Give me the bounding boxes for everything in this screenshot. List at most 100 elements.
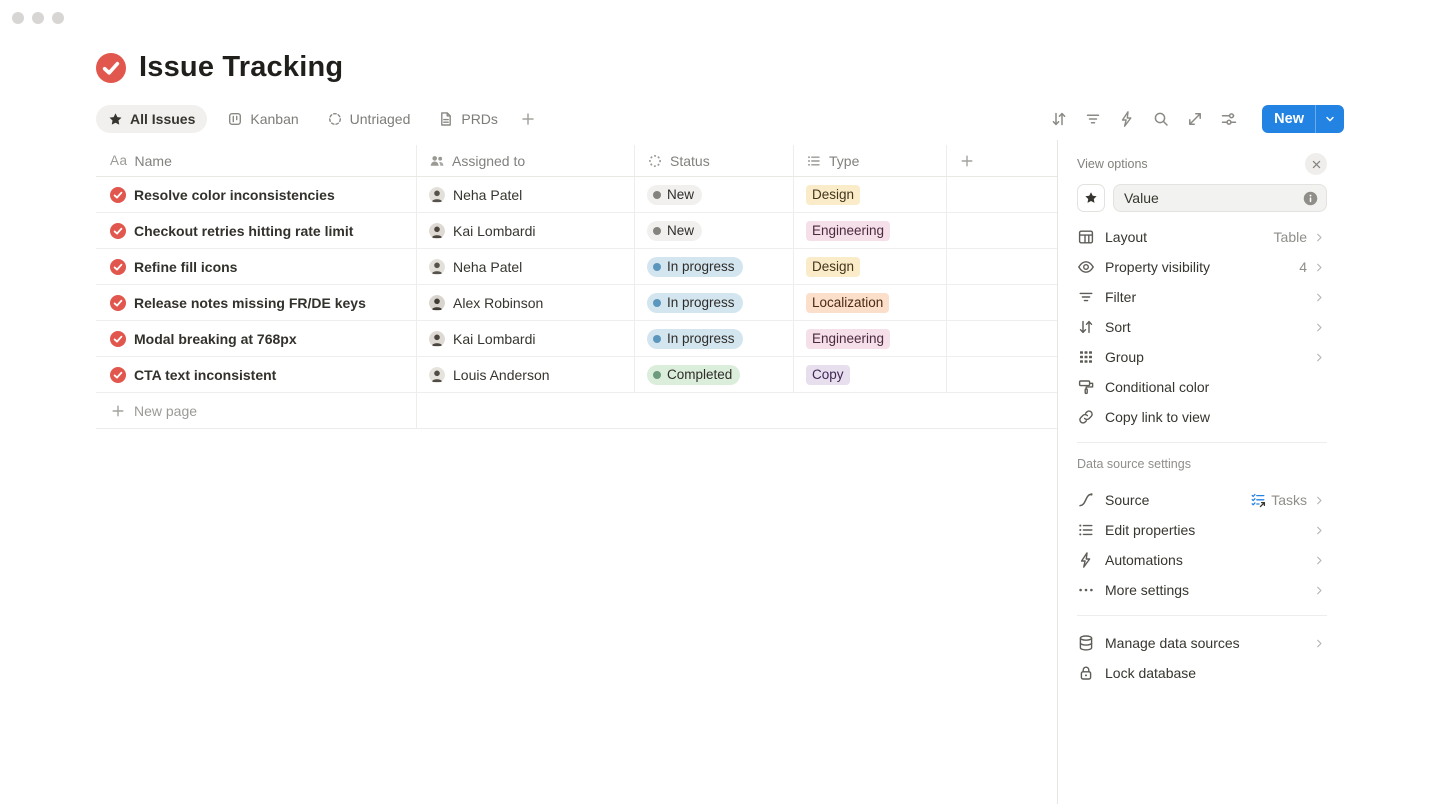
column-header-type[interactable]: Type <box>794 145 947 176</box>
sort-button[interactable] <box>1046 106 1072 132</box>
status-cell[interactable]: In progress <box>635 249 794 284</box>
type-cell[interactable]: Localization <box>794 285 947 320</box>
column-header-name[interactable]: Aa Name <box>96 145 417 176</box>
sidebar-item-conditional-color[interactable]: Conditional color <box>1077 372 1327 402</box>
tab-all-issues[interactable]: All Issues <box>96 105 207 133</box>
settings-button[interactable] <box>1216 106 1242 132</box>
status-dot <box>653 335 661 343</box>
sidebar-item-manage-data-sources[interactable]: Manage data sources <box>1077 628 1327 658</box>
type-tag: Design <box>806 257 860 277</box>
page-icon <box>438 111 454 127</box>
type-tag: Copy <box>806 365 850 385</box>
expand-button[interactable] <box>1182 106 1208 132</box>
sidebar-item-more-settings[interactable]: More settings <box>1077 575 1327 605</box>
type-cell[interactable]: Design <box>794 177 947 212</box>
assignee-cell[interactable]: Neha Patel <box>417 249 635 284</box>
name-cell[interactable]: Release notes missing FR/DE keys <box>96 285 417 320</box>
status-dot <box>653 371 661 379</box>
page-check-icon[interactable] <box>96 53 126 83</box>
view-name-input[interactable]: Value <box>1113 184 1327 212</box>
status-cell[interactable]: In progress <box>635 321 794 356</box>
window-control-dot[interactable] <box>12 12 24 24</box>
close-panel-button[interactable] <box>1305 153 1327 175</box>
assignee-cell[interactable]: Neha Patel <box>417 177 635 212</box>
assignee-cell[interactable]: Kai Lombardi <box>417 213 635 248</box>
column-header-label: Status <box>670 153 710 169</box>
window-controls[interactable] <box>12 12 64 24</box>
automation-button[interactable] <box>1114 106 1140 132</box>
star-icon <box>108 112 123 127</box>
sidebar-item-source[interactable]: Source Tasks <box>1077 485 1327 515</box>
type-cell[interactable]: Design <box>794 249 947 284</box>
view-name-value[interactable]: Value <box>1124 190 1303 206</box>
table-row[interactable]: Resolve color inconsistencies Neha Patel… <box>96 177 1057 213</box>
table-row[interactable]: Release notes missing FR/DE keys Alex Ro… <box>96 285 1057 321</box>
table-row[interactable]: Refine fill icons Neha Patel In progress… <box>96 249 1057 285</box>
status-cell[interactable]: In progress <box>635 285 794 320</box>
tab-label: Untriaged <box>350 111 411 127</box>
sidebar-item-lock-database[interactable]: Lock database <box>1077 658 1327 688</box>
name-cell[interactable]: Modal breaking at 768px <box>96 321 417 356</box>
sidebar-item-edit-properties[interactable]: Edit properties <box>1077 515 1327 545</box>
sidebar-item-copy-link[interactable]: Copy link to view <box>1077 402 1327 432</box>
sidebar-item-label: Group <box>1105 349 1144 365</box>
name-cell[interactable]: Checkout retries hitting rate limit <box>96 213 417 248</box>
column-header-status[interactable]: Status <box>635 145 794 176</box>
new-button[interactable]: New <box>1262 105 1344 133</box>
filter-icon <box>1077 288 1095 306</box>
type-cell[interactable]: Engineering <box>794 321 947 356</box>
sidebar-item-filter[interactable]: Filter <box>1077 282 1327 312</box>
status-dot <box>653 263 661 271</box>
new-page-row[interactable]: New page <box>96 393 1057 429</box>
status-pill: New <box>647 221 702 241</box>
window-control-dot[interactable] <box>52 12 64 24</box>
assignee-cell[interactable]: Louis Anderson <box>417 357 635 392</box>
page-title[interactable]: Issue Tracking <box>139 51 343 84</box>
add-column-button[interactable] <box>947 145 1057 176</box>
favorite-view-button[interactable] <box>1077 184 1105 212</box>
sidebar-item-sort[interactable]: Sort <box>1077 312 1327 342</box>
sidebar-item-layout[interactable]: Layout Table <box>1077 222 1327 252</box>
task-title: Release notes missing FR/DE keys <box>134 295 366 311</box>
status-cell[interactable]: New <box>635 213 794 248</box>
sidebar-item-group[interactable]: Group <box>1077 342 1327 372</box>
status-cell[interactable]: Completed <box>635 357 794 392</box>
name-cell[interactable]: Resolve color inconsistencies <box>96 177 417 212</box>
add-view-button[interactable] <box>518 105 538 133</box>
type-cell[interactable]: Engineering <box>794 213 947 248</box>
status-cell[interactable]: New <box>635 177 794 212</box>
tasks-database-icon <box>1250 492 1266 508</box>
table-row[interactable]: Checkout retries hitting rate limit Kai … <box>96 213 1057 249</box>
column-header-assigned-to[interactable]: Assigned to <box>417 145 635 176</box>
sidebar-item-automations[interactable]: Automations <box>1077 545 1327 575</box>
status-pill: Completed <box>647 365 740 385</box>
avatar <box>429 187 445 203</box>
search-button[interactable] <box>1148 106 1174 132</box>
empty-cell <box>947 177 1057 212</box>
source-icon <box>1077 491 1095 509</box>
sidebar-item-label: Property visibility <box>1105 259 1210 275</box>
name-cell[interactable]: CTA text inconsistent <box>96 357 417 392</box>
tab-prds[interactable]: PRDs <box>430 105 506 133</box>
table-row[interactable]: Modal breaking at 768px Kai Lombardi In … <box>96 321 1057 357</box>
new-dropdown-chevron[interactable] <box>1315 105 1344 133</box>
window-control-dot[interactable] <box>32 12 44 24</box>
tab-label: All Issues <box>130 111 195 127</box>
type-cell[interactable]: Copy <box>794 357 947 392</box>
assignee-cell[interactable]: Kai Lombardi <box>417 321 635 356</box>
info-icon[interactable] <box>1303 191 1318 206</box>
sidebar-item-label: Edit properties <box>1105 522 1195 538</box>
name-cell[interactable]: Refine fill icons <box>96 249 417 284</box>
column-header-label: Type <box>829 153 859 169</box>
new-button-label[interactable]: New <box>1262 105 1315 133</box>
filter-button[interactable] <box>1080 106 1106 132</box>
table-row[interactable]: CTA text inconsistent Louis Anderson Com… <box>96 357 1057 393</box>
tab-untriaged[interactable]: Untriaged <box>319 105 419 133</box>
divider <box>1077 615 1327 616</box>
plus-icon <box>520 111 536 127</box>
assignee-cell[interactable]: Alex Robinson <box>417 285 635 320</box>
sidebar-item-property-visibility[interactable]: Property visibility 4 <box>1077 252 1327 282</box>
database-icon <box>1077 634 1095 652</box>
status-label: Completed <box>667 367 732 382</box>
tab-kanban[interactable]: Kanban <box>219 105 306 133</box>
